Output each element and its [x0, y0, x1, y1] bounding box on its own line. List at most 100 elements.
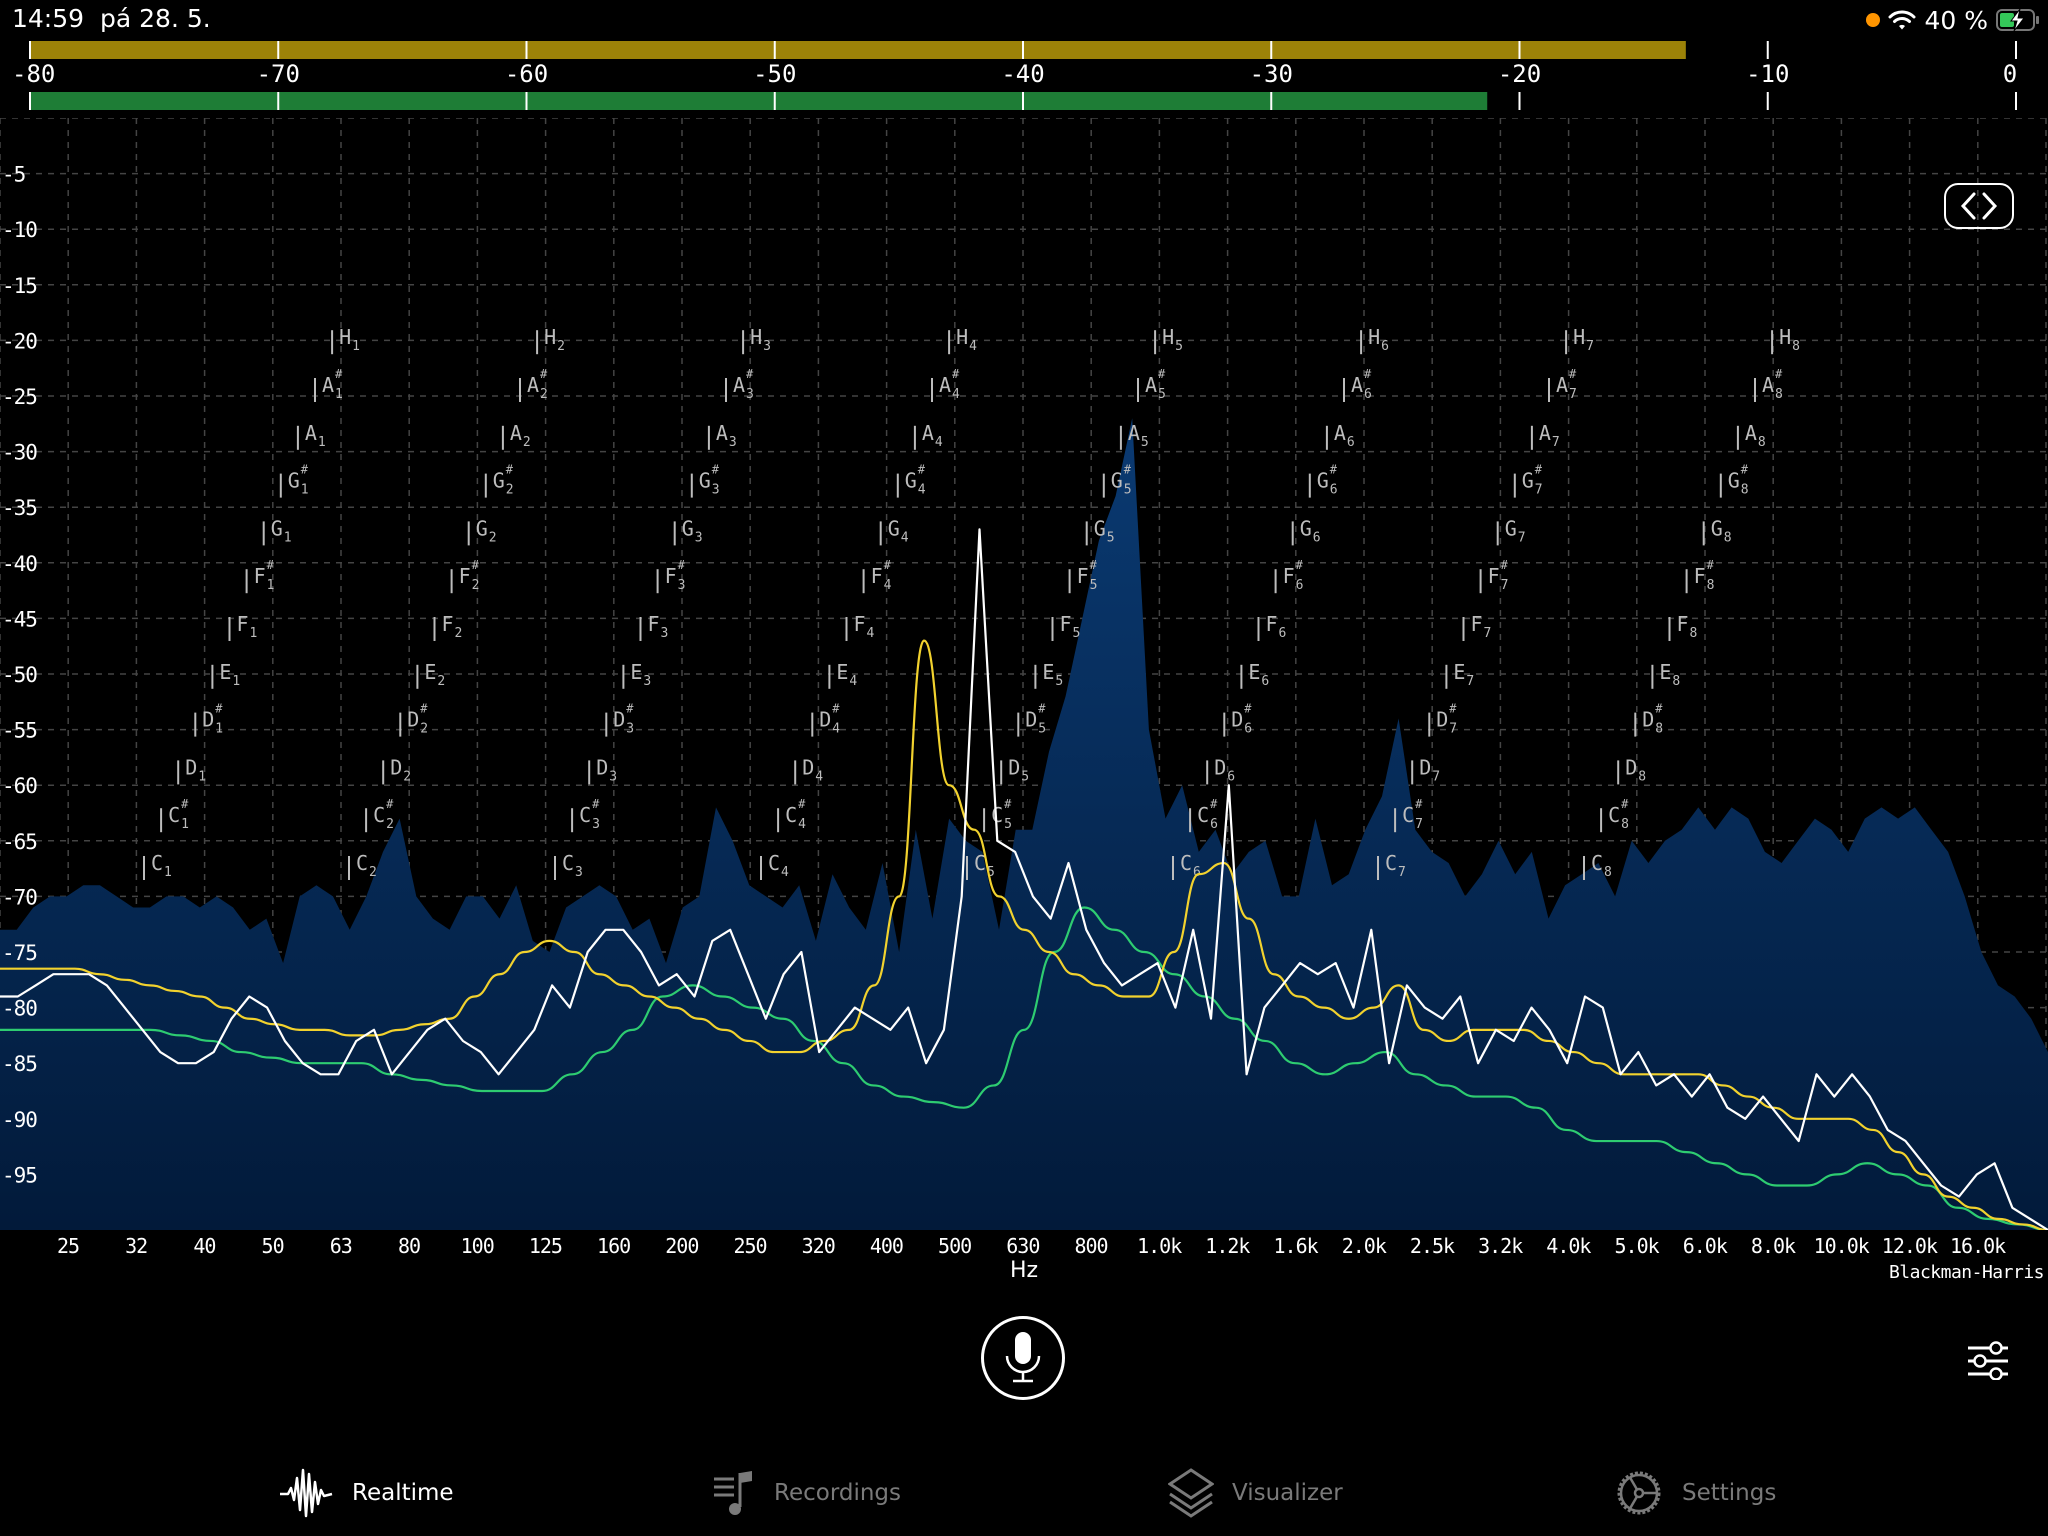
note-label: F — [648, 612, 660, 636]
note-octave: 4 — [781, 865, 789, 880]
note-label: C — [1608, 803, 1620, 827]
note-octave: 3 — [763, 339, 771, 354]
note-sharp: # — [1415, 797, 1423, 811]
tab-realtime[interactable]: Realtime — [278, 1468, 454, 1518]
frequency-axis-label: 3.2k — [1478, 1234, 1523, 1258]
rms-level-bar — [30, 92, 1488, 110]
note-label: D — [1642, 708, 1654, 732]
note-sharp: # — [1090, 558, 1098, 572]
note-sharp: # — [1124, 463, 1132, 477]
note-octave: 1 — [318, 435, 326, 450]
frequency-axis-label: 630 — [1006, 1234, 1040, 1258]
note-label: F — [1060, 612, 1072, 636]
note-octave: 1 — [215, 722, 223, 737]
microphone-button[interactable] — [981, 1316, 1065, 1400]
db-axis-label: -65 — [2, 830, 37, 854]
note-octave: 3 — [575, 865, 583, 880]
note-sharp: # — [592, 797, 600, 811]
sliders-icon[interactable] — [1966, 1340, 2010, 1380]
frequency-axis-label: 800 — [1074, 1234, 1108, 1258]
note-label: H — [1162, 325, 1174, 349]
note-octave: 8 — [1707, 578, 1715, 593]
note-label: A — [716, 421, 728, 445]
note-label: D — [1436, 708, 1448, 732]
frequency-axis-label: 16.0k — [1949, 1234, 2006, 1258]
note-octave: 4 — [935, 435, 943, 450]
note-sharp: # — [712, 463, 720, 477]
level-meter: -80 -70 -60 -50 -40 -30 -20 -10 0 — [12, 41, 2017, 110]
note-label: G — [1711, 516, 1723, 540]
note-label: E — [1042, 660, 1054, 684]
tab-settings[interactable]: Settings — [1614, 1468, 1776, 1518]
note-sharp: # — [1741, 463, 1749, 477]
note-octave: 5 — [1038, 722, 1046, 737]
note-octave: 6 — [1313, 530, 1321, 545]
toggle-view-button[interactable] — [1944, 183, 2014, 229]
db-axis-label: -30 — [2, 441, 37, 465]
note-octave: 8 — [1638, 769, 1646, 784]
note-label: G — [888, 516, 900, 540]
note-label: D — [407, 708, 419, 732]
note-label: D — [1419, 755, 1431, 779]
note-label: G — [905, 469, 917, 493]
meter-scale-label: 0 — [2003, 60, 2017, 88]
note-label: F — [871, 564, 883, 588]
note-label: F — [1077, 564, 1089, 588]
note-label: C — [168, 803, 180, 827]
note-sharp: # — [215, 702, 223, 716]
note-octave: 8 — [1690, 626, 1698, 641]
note-sharp: # — [884, 558, 892, 572]
note-octave: 8 — [1655, 722, 1663, 737]
note-octave: 5 — [1141, 435, 1149, 450]
note-sharp: # — [918, 463, 926, 477]
note-octave: 6 — [1279, 626, 1287, 641]
note-label: H — [956, 325, 968, 349]
frequency-axis-label: 2.5k — [1409, 1234, 1455, 1258]
note-octave: 3 — [626, 722, 634, 737]
frequency-axis-label: 4.0k — [1546, 1234, 1591, 1258]
note-octave: 1 — [164, 865, 172, 880]
note-octave: 4 — [952, 387, 960, 402]
note-octave: 3 — [661, 626, 669, 641]
status-date: pá 28. 5. — [100, 4, 211, 33]
note-label: D — [1025, 708, 1037, 732]
note-octave: 8 — [1672, 674, 1680, 689]
db-axis-label: -25 — [2, 385, 37, 409]
spectrum-analyzer[interactable]: -5 -10 -15 -20 -25 -30 -35 -40 -45 -50 -55 -60 -65 -7… — [0, 118, 2048, 1230]
tab-recordings[interactable]: Recordings — [712, 1468, 901, 1518]
meter-scale-label: -50 — [753, 60, 796, 88]
note-sharp: # — [1449, 702, 1457, 716]
note-label: E — [1659, 660, 1671, 684]
note-label: G — [1522, 469, 1534, 493]
note-sharp: # — [335, 367, 343, 381]
frequency-axis-label: 8.0k — [1750, 1234, 1796, 1258]
note-octave: 5 — [1073, 626, 1081, 641]
note-octave: 1 — [250, 626, 258, 641]
window-function-label[interactable]: Blackman-Harris — [1889, 1262, 2045, 1283]
note-label: A — [510, 421, 522, 445]
note-sharp: # — [626, 702, 634, 716]
meter-scale-label: -60 — [505, 60, 548, 88]
note-label: D — [1214, 755, 1226, 779]
note-label: C — [768, 851, 780, 875]
code-brackets-icon — [1960, 192, 1998, 220]
note-label: D — [1231, 708, 1243, 732]
note-sharp: # — [952, 367, 960, 381]
note-label: G — [271, 516, 283, 540]
db-axis-label: -40 — [2, 552, 37, 576]
microphone-icon — [1005, 1332, 1041, 1383]
note-octave: 2 — [540, 387, 548, 402]
note-sharp: # — [1501, 558, 1509, 572]
note-label: E — [219, 660, 231, 684]
note-octave: 4 — [849, 674, 857, 689]
tab-visualizer[interactable]: Visualizer — [1168, 1468, 1343, 1518]
note-sharp: # — [1535, 463, 1543, 477]
note-octave: 8 — [1741, 483, 1749, 498]
note-octave: 2 — [386, 817, 394, 832]
note-label: F — [1488, 564, 1500, 588]
status-time: 14:59 — [12, 4, 85, 33]
frequency-axis-label: 500 — [938, 1234, 972, 1258]
tab-settings-label: Settings — [1682, 1480, 1777, 1506]
tab-recordings-label: Recordings — [774, 1480, 902, 1506]
note-label: G — [1094, 516, 1106, 540]
